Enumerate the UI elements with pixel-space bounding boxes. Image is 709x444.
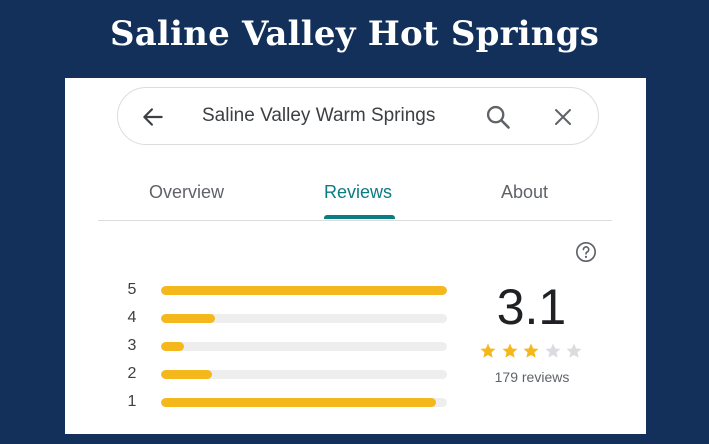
rating-row-3: 3 (125, 337, 455, 355)
rating-bar-fill (161, 398, 436, 407)
rating-row-label: 5 (127, 281, 137, 298)
rating-bar-fill (161, 370, 213, 379)
search-query-text[interactable]: Saline Valley Warm Springs (202, 105, 435, 127)
rating-row-label: 4 (127, 309, 137, 326)
star-filled-icon (523, 343, 539, 358)
tab-about[interactable]: About (501, 182, 548, 203)
close-icon[interactable] (551, 105, 575, 129)
review-count-link[interactable]: 179 reviews (470, 369, 594, 385)
rating-bar-track (161, 314, 447, 323)
star-filled-icon (480, 343, 496, 358)
search-bar[interactable]: Saline Valley Warm Springs (117, 87, 599, 145)
rating-row-4: 4 (125, 309, 455, 327)
tab-bar: Overview Reviews About (98, 168, 612, 221)
rating-bar-fill (161, 342, 184, 351)
average-rating: 3.1 (496, 279, 567, 335)
rating-bar-track (161, 370, 447, 379)
star-empty-icon (566, 343, 582, 358)
star-rating (479, 342, 583, 360)
rating-row-2: 2 (125, 365, 455, 383)
rating-row-5: 5 (125, 281, 455, 299)
rating-row-label: 3 (127, 337, 137, 354)
rating-bar-track (161, 342, 447, 351)
star-empty-icon (545, 343, 560, 358)
back-arrow-icon[interactable] (140, 104, 166, 130)
active-tab-indicator (324, 215, 395, 219)
tab-overview[interactable]: Overview (149, 182, 224, 203)
help-icon[interactable] (575, 241, 597, 263)
rating-bar-fill (161, 286, 447, 295)
rating-row-label: 1 (127, 393, 137, 410)
tab-reviews[interactable]: Reviews (324, 182, 392, 203)
place-card: Saline Valley Warm Springs Overview Revi… (65, 78, 646, 434)
rating-bar-fill (161, 314, 216, 323)
rating-row-label: 2 (127, 365, 137, 382)
rating-bar-track (161, 286, 447, 295)
rating-bar-track (161, 398, 447, 407)
rating-row-1: 1 (125, 393, 455, 411)
banner-title: Saline Valley Hot Springs (109, 14, 600, 54)
star-filled-icon (502, 343, 517, 358)
search-icon[interactable] (484, 103, 512, 131)
